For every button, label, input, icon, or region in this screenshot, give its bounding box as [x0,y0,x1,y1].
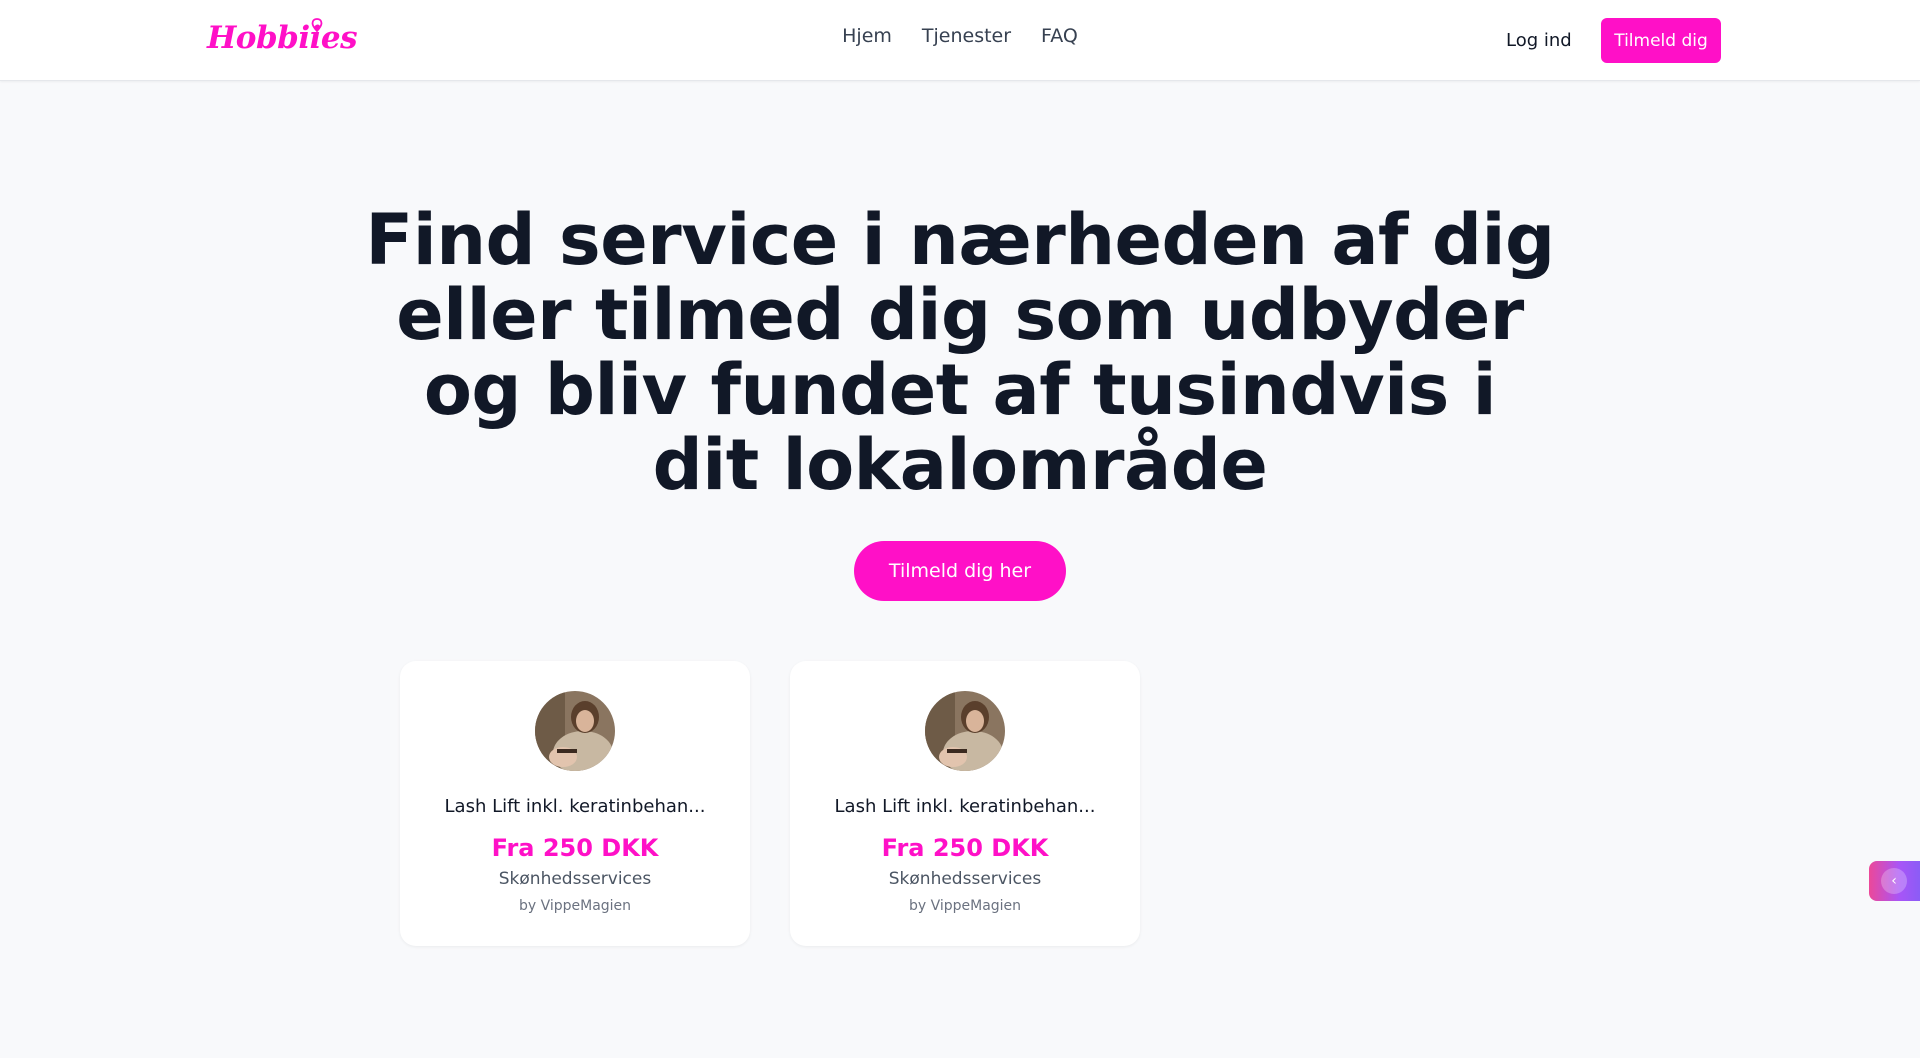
hero-title: Find service i nærheden af dig eller til… [365,199,1555,506]
service-title: Lash Lift inkl. keratinbehan... [834,796,1096,817]
chevron-left-icon: ‹ [1881,868,1907,894]
top-navbar: Hobbiies Hjem Tjenester FAQ Log ind Tilm… [0,0,1920,81]
location-pin-icon [311,18,323,32]
avatar-photo [925,691,1005,771]
signup-button[interactable]: Tilmeld dig [1601,18,1721,63]
nav-link-faq[interactable]: FAQ [1041,25,1078,47]
provider-avatar [535,691,615,771]
service-provider: by VippeMagien [518,898,632,914]
service-provider: by VippeMagien [908,898,1022,914]
logo-link[interactable]: Hobbiies [207,16,358,60]
provider-avatar [925,691,1005,771]
service-price: Fra 250 DKK [491,834,659,862]
hero-signup-button[interactable]: Tilmeld dig her [854,541,1066,601]
nav-link-services[interactable]: Tjenester [922,25,1011,47]
avatar-photo [535,691,615,771]
login-link[interactable]: Log ind [1506,30,1572,51]
logo: Hobbiies [207,20,358,56]
service-category: Skønhedsservices [888,869,1042,889]
service-card[interactable]: Lash Lift inkl. keratinbehan... Fra 250 … [400,661,750,946]
service-price: Fra 250 DKK [881,834,1049,862]
nav-link-home[interactable]: Hjem [842,25,892,47]
service-card[interactable]: Lash Lift inkl. keratinbehan... Fra 250 … [790,661,1140,946]
service-title: Lash Lift inkl. keratinbehan... [444,796,706,817]
side-panel-toggle[interactable]: ‹ [1869,861,1920,901]
service-category: Skønhedsservices [498,869,652,889]
